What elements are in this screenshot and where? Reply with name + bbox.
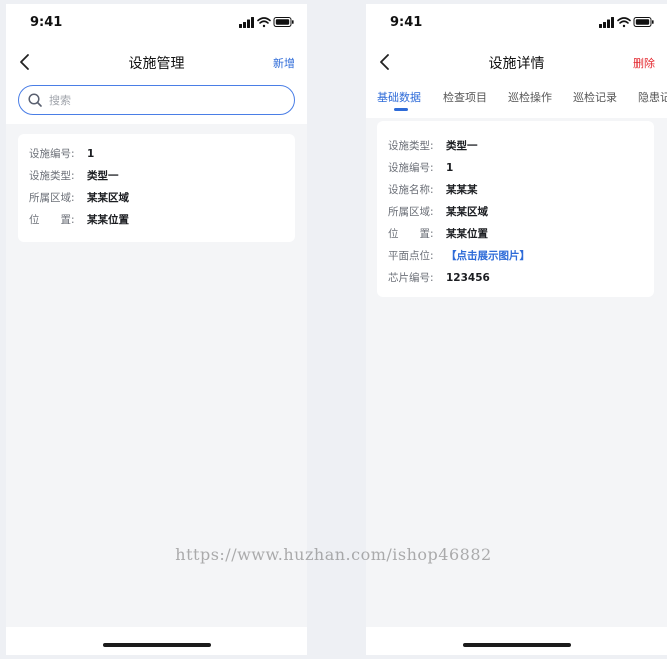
- detail-tabs: 基础数据 检查项目 巡检操作 巡检记录 隐患记: [366, 82, 667, 118]
- page-title: 设施详情: [488, 56, 545, 72]
- detail-area-value: 某某区域: [446, 206, 488, 218]
- status-time: 9:41: [30, 15, 63, 30]
- status-time: 9:41: [390, 15, 423, 30]
- add-button[interactable]: 新增: [273, 55, 295, 71]
- facility-location-value: 某某位置: [87, 214, 129, 226]
- facility-code-label: 设施编号:: [29, 148, 75, 160]
- tab-hazard-records[interactable]: 隐患记: [638, 89, 667, 105]
- facility-area-label: 所属区域:: [29, 192, 75, 204]
- page-title: 设施管理: [128, 56, 185, 72]
- facility-code-value: 1: [87, 148, 95, 160]
- detail-name-row: 设施名称: 某某某: [388, 183, 478, 197]
- detail-chip-label: 芯片编号:: [388, 272, 434, 284]
- detail-location-value: 某某位置: [446, 228, 488, 240]
- home-indicator-area: [366, 627, 667, 655]
- signal-icon: [239, 17, 254, 28]
- facility-detail-card: 设施类型: 类型一 设施编号: 1 设施名称: 某某某 所属区域: 某某区域 位 置: 某…: [377, 121, 654, 297]
- detail-name-value: 某某某: [446, 184, 478, 196]
- detail-type-value: 类型一: [446, 140, 478, 152]
- search-box[interactable]: [18, 85, 295, 115]
- detail-type-label: 设施类型:: [388, 140, 434, 152]
- facility-type-label: 设施类型:: [29, 170, 75, 182]
- tab-inspection-operation[interactable]: 巡检操作: [508, 89, 552, 105]
- detail-code-label: 设施编号:: [388, 162, 434, 174]
- status-bar: 9:41: [366, 4, 667, 42]
- detail-code-row: 设施编号: 1: [388, 161, 453, 175]
- detail-code-value: 1: [446, 162, 454, 174]
- home-indicator[interactable]: [102, 643, 211, 647]
- facility-area-value: 某某区域: [87, 192, 129, 204]
- search-bar: [6, 82, 307, 124]
- status-bar: 9:41: [6, 4, 307, 42]
- detail-location-row: 位 置: 某某位置: [388, 227, 488, 241]
- delete-button[interactable]: 删除: [633, 55, 655, 71]
- active-tab-indicator: [394, 108, 408, 111]
- detail-name-label: 设施名称:: [388, 184, 434, 196]
- facility-type-value: 类型一: [87, 170, 119, 182]
- battery-icon: [273, 17, 294, 27]
- status-icons: [239, 17, 294, 28]
- tab-basic-data[interactable]: 基础数据: [377, 89, 421, 105]
- wifi-icon: [617, 17, 631, 28]
- facility-card[interactable]: 设施编号: 1 设施类型: 类型一 所属区域: 某某区域 位 置: 某某位置: [18, 134, 295, 242]
- tab-inspection-records[interactable]: 巡检记录: [573, 89, 617, 105]
- detail-chip-row: 芯片编号: 123456: [388, 271, 490, 285]
- detail-type-row: 设施类型: 类型一: [388, 139, 478, 153]
- search-icon: [28, 93, 42, 107]
- home-indicator-area: [6, 627, 307, 655]
- wifi-icon: [257, 17, 271, 28]
- facility-code-row: 设施编号: 1: [29, 147, 94, 161]
- nav-bar: 设施详情 删除: [366, 42, 667, 82]
- detail-area-row: 所属区域: 某某区域: [388, 205, 488, 219]
- facility-area-row: 所属区域: 某某区域: [29, 191, 129, 205]
- detail-location-label: 位 置:: [388, 228, 434, 240]
- detail-plan-point-label: 平面点位:: [388, 250, 434, 262]
- show-image-link[interactable]: 【点击展示图片】: [446, 250, 530, 262]
- detail-area-label: 所属区域:: [388, 206, 434, 218]
- battery-icon: [633, 17, 654, 27]
- tab-check-items[interactable]: 检查项目: [443, 89, 487, 105]
- detail-plan-point-row: 平面点位: 【点击展示图片】: [388, 249, 530, 263]
- facility-type-row: 设施类型: 类型一: [29, 169, 119, 183]
- nav-bar: 设施管理 新增: [6, 42, 307, 82]
- watermark-text: https://www.huzhan.com/ishop46882: [175, 545, 492, 564]
- facility-location-label: 位 置:: [29, 214, 75, 226]
- signal-icon: [599, 17, 614, 28]
- detail-chip-value: 123456: [446, 272, 490, 284]
- facility-location-row: 位 置: 某某位置: [29, 213, 129, 227]
- status-icons: [599, 17, 654, 28]
- home-indicator[interactable]: [462, 643, 571, 647]
- search-input[interactable]: [49, 91, 282, 109]
